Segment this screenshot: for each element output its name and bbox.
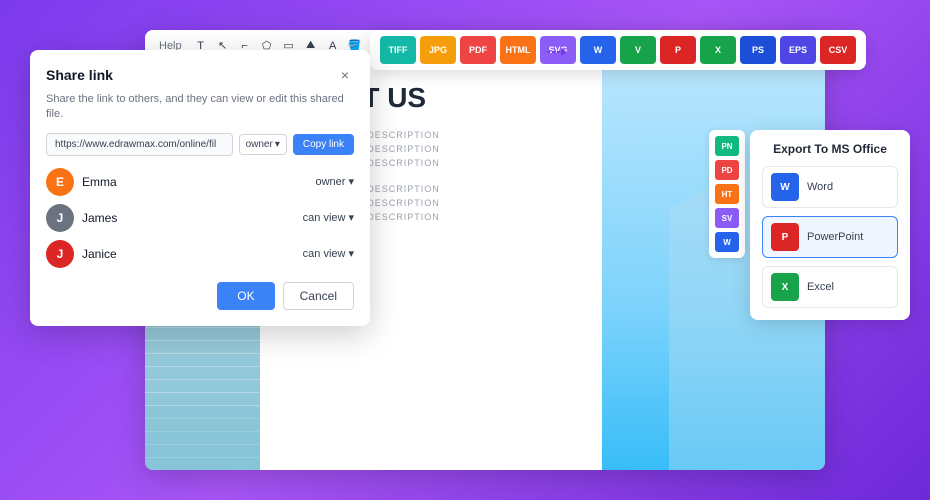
user-row-janice: J Janice can view ▾	[46, 240, 354, 268]
dialog-actions: OK Cancel	[46, 282, 354, 310]
excel-icon: X	[771, 273, 799, 301]
share-dialog: Share link × Share the link to others, a…	[30, 50, 370, 326]
user-info-emma: E Emma	[46, 168, 117, 196]
format-btn-tiff[interactable]: TIFF	[380, 36, 416, 64]
user-info-james: J James	[46, 204, 117, 232]
avatar-james: J	[46, 204, 74, 232]
mini-icon-html[interactable]: HT	[715, 184, 739, 204]
permission-james-label: can view	[303, 212, 346, 224]
format-btn-html[interactable]: HTML	[500, 36, 536, 64]
export-excel[interactable]: X Excel	[762, 266, 898, 308]
user-name-james: James	[82, 211, 117, 225]
mini-icon-pdf[interactable]: PD	[715, 160, 739, 180]
format-btn-csv[interactable]: CSV	[820, 36, 856, 64]
close-button[interactable]: ×	[336, 66, 354, 84]
user-row-james: J James can view ▾	[46, 204, 354, 232]
user-name-emma: Emma	[82, 175, 117, 189]
format-btn-p[interactable]: P	[660, 36, 696, 64]
mini-icon-word[interactable]: W	[715, 232, 739, 252]
export-panel: Export To MS Office W Word P PowerPoint …	[750, 130, 910, 320]
format-btn-jpg[interactable]: JPG	[420, 36, 456, 64]
export-powerpoint[interactable]: P PowerPoint	[762, 216, 898, 258]
export-items-list: W Word P PowerPoint X Excel	[762, 166, 898, 308]
permission-emma-chevron: ▾	[348, 175, 354, 188]
permission-emma-label: owner	[316, 176, 346, 188]
permission-james-chevron: ▾	[348, 211, 354, 224]
user-info-janice: J Janice	[46, 240, 117, 268]
owner-select[interactable]: owner ▾	[239, 134, 287, 155]
ppt-icon: P	[771, 223, 799, 251]
format-btn-pdf[interactable]: PDF	[460, 36, 496, 64]
export-word[interactable]: W Word	[762, 166, 898, 208]
dialog-description: Share the link to others, and they can v…	[46, 92, 354, 123]
dialog-title: Share link	[46, 67, 113, 83]
user-name-janice: Janice	[82, 247, 117, 261]
user-list: E Emma owner ▾ J James can view ▾ J Jani…	[46, 168, 354, 268]
format-btn-x[interactable]: X	[700, 36, 736, 64]
permission-emma[interactable]: owner ▾	[316, 175, 355, 188]
owner-chevron: ▾	[275, 139, 280, 150]
format-btn-ps[interactable]: PS	[740, 36, 776, 64]
owner-select-label: owner	[246, 139, 273, 150]
permission-janice-label: can view	[303, 248, 346, 260]
mini-icon-svg[interactable]: SV	[715, 208, 739, 228]
user-row-emma: E Emma owner ▾	[46, 168, 354, 196]
dialog-header: Share link ×	[46, 66, 354, 84]
format-btn-w[interactable]: W	[580, 36, 616, 64]
mini-icon-png[interactable]: PN	[715, 136, 739, 156]
excel-label: Excel	[807, 281, 834, 293]
building-base	[145, 410, 260, 470]
ok-button[interactable]: OK	[217, 282, 274, 310]
format-btn-v[interactable]: V	[620, 36, 656, 64]
copy-link-button[interactable]: Copy link	[293, 134, 354, 155]
link-row: owner ▾ Copy link	[46, 133, 354, 156]
mini-panel: PN PD HT SV W	[709, 130, 745, 258]
format-btn-eps[interactable]: EPS	[780, 36, 816, 64]
format-toolbar: TIFFJPGPDFHTMLSVGWVPXPSEPSCSV	[370, 30, 866, 70]
permission-janice[interactable]: can view ▾	[303, 247, 354, 260]
link-input[interactable]	[46, 133, 233, 156]
word-icon: W	[771, 173, 799, 201]
avatar-emma: E	[46, 168, 74, 196]
export-panel-title: Export To MS Office	[762, 142, 898, 156]
permission-janice-chevron: ▾	[348, 247, 354, 260]
ppt-label: PowerPoint	[807, 231, 863, 243]
arrow-indicator	[547, 42, 567, 62]
permission-james[interactable]: can view ▾	[303, 211, 354, 224]
word-label: Word	[807, 181, 833, 193]
avatar-janice: J	[46, 240, 74, 268]
cancel-button[interactable]: Cancel	[283, 282, 354, 310]
